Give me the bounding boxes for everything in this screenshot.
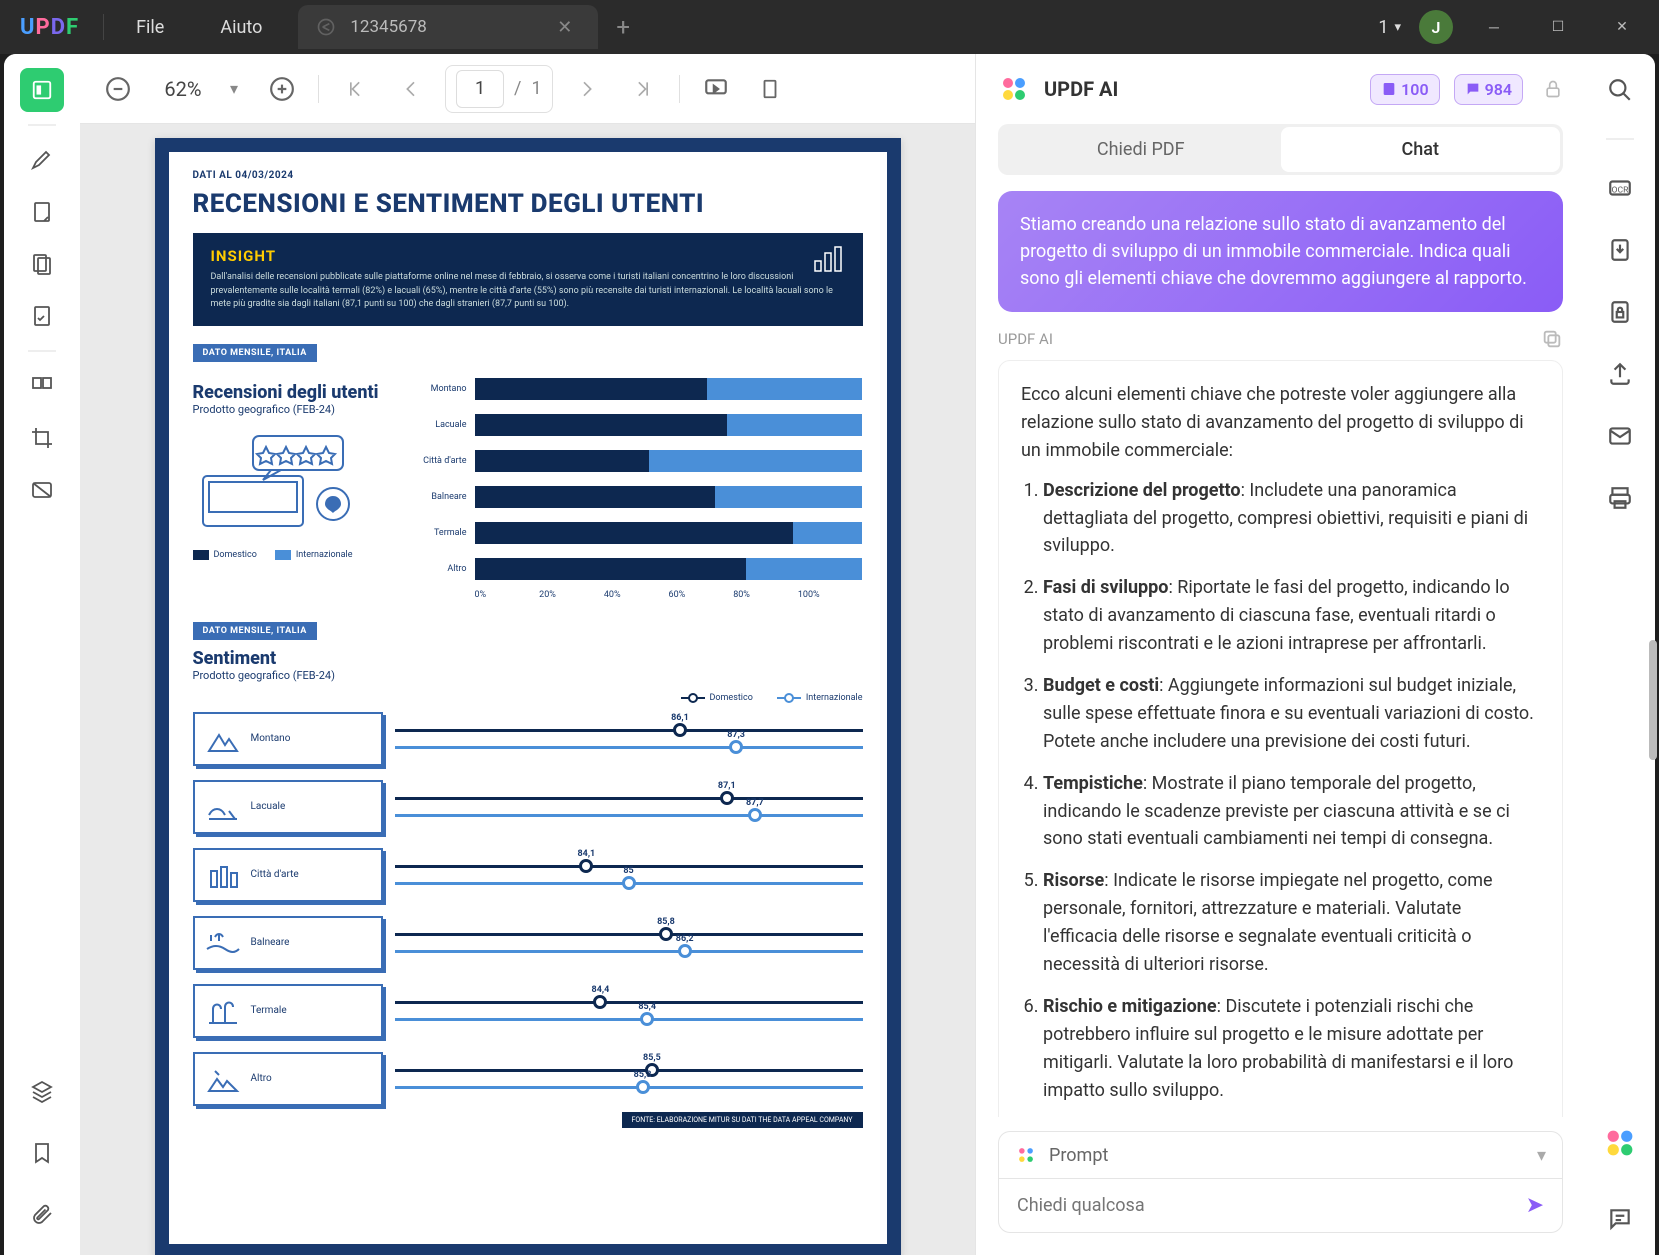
present-button[interactable] [698, 71, 734, 107]
form-tool-button[interactable] [20, 294, 64, 338]
ai-toggle-button[interactable] [1602, 1125, 1638, 1161]
organize-button[interactable] [20, 364, 64, 408]
data-tag-2: DATO MENSILE, ITALIA [193, 622, 317, 640]
doc-count[interactable]: 1▾ [1378, 17, 1401, 38]
reader-mode-button[interactable] [20, 68, 64, 112]
send-button[interactable]: ➤ [1526, 1193, 1544, 1218]
crop-button[interactable] [20, 416, 64, 460]
page-input[interactable] [456, 70, 504, 108]
credit-badge-1[interactable]: 100 [1370, 74, 1439, 105]
new-tab-button[interactable]: + [598, 13, 648, 41]
zoom-out-button[interactable] [100, 71, 136, 107]
page-total: 1 [531, 78, 541, 99]
sent-legend-intl: Internazionale [777, 692, 863, 704]
view-toolbar: 62% ▾ / 1 [80, 54, 975, 124]
app-logo: UPDF [0, 15, 99, 40]
page-title: RECENSIONI E SENTIMENT DEGLI UTENTI [193, 189, 863, 219]
document-tab[interactable]: 12345678 ✕ [298, 5, 598, 49]
fit-button[interactable] [752, 71, 788, 107]
data-tag: DATO MENSILE, ITALIA [193, 344, 317, 362]
pdf-page: DATI AL 04/03/2024 RECENSIONI E SENTIMEN… [155, 138, 901, 1255]
redact-button[interactable] [20, 468, 64, 512]
response-intro: Ecco alcuni elementi chiave che potreste… [1021, 381, 1540, 465]
reviews-bar-chart: MontanoLacualeCittà d'arteBalneareTermal… [413, 374, 863, 584]
sent-legend-domestic: Domestico [681, 692, 753, 704]
edit-tool-button[interactable] [20, 190, 64, 234]
protect-button[interactable] [1602, 294, 1638, 330]
reviews-subtitle: Prodotto geografico (FEB-24) [193, 403, 393, 416]
sentiment-subtitle: Prodotto geografico (FEB-24) [193, 669, 863, 682]
ai-tabs: Chiedi PDF Chat [998, 124, 1563, 175]
svg-text:OCR: OCR [1612, 185, 1630, 195]
layers-button[interactable] [20, 1069, 64, 1113]
date-label: DATI AL 04/03/2024 [193, 170, 863, 181]
legend-intl: Internazionale [275, 550, 353, 560]
attachment-button[interactable] [20, 1193, 64, 1237]
tab-title: 12345678 [350, 17, 549, 37]
right-rail: OCR [1585, 54, 1655, 1255]
email-button[interactable] [1602, 418, 1638, 454]
print-button[interactable] [1602, 480, 1638, 516]
maximize-button[interactable]: ☐ [1535, 7, 1581, 47]
legend-domestic: Domestico [193, 550, 257, 560]
zoom-value: 62% [154, 77, 212, 101]
ai-logo-icon [998, 73, 1030, 105]
next-page-button[interactable] [571, 71, 607, 107]
tab-doc-icon [316, 17, 336, 37]
tab-chat[interactable]: Chat [1281, 127, 1561, 172]
comment-panel-button[interactable] [1602, 1201, 1638, 1237]
menu-file[interactable]: File [108, 17, 192, 38]
ai-panel-title: UPDF AI [1044, 77, 1356, 101]
menu-help[interactable]: Aiuto [192, 17, 290, 38]
chart-icon [813, 243, 849, 273]
sentiment-title: Sentiment [193, 648, 863, 669]
lock-icon [1543, 79, 1563, 99]
chat-input[interactable] [1017, 1195, 1526, 1216]
bookmark-button[interactable] [20, 1131, 64, 1175]
insight-text: Dall'analisi delle recensioni pubblicate… [211, 271, 845, 312]
page-sep: / [514, 78, 521, 99]
ocr-button[interactable]: OCR [1602, 170, 1638, 206]
prompt-icon [1015, 1144, 1037, 1166]
last-page-button[interactable] [625, 71, 661, 107]
prev-page-button[interactable] [391, 71, 427, 107]
insight-title: INSIGHT [211, 247, 845, 265]
convert-button[interactable] [1602, 232, 1638, 268]
user-message: Stiamo creando una relazione sullo stato… [998, 191, 1563, 312]
zoom-dropdown-icon[interactable]: ▾ [230, 79, 238, 98]
insight-box: INSIGHT Dall'analisi delle recensioni pu… [193, 233, 863, 326]
zoom-in-button[interactable] [264, 71, 300, 107]
tab-close-icon[interactable]: ✕ [549, 17, 580, 38]
reviews-title: Recensioni degli utenti [193, 382, 393, 403]
user-avatar[interactable]: J [1419, 10, 1453, 44]
search-button[interactable] [1602, 72, 1638, 108]
close-button[interactable]: ✕ [1599, 7, 1645, 47]
copy-icon[interactable] [1541, 328, 1563, 350]
left-rail [4, 54, 80, 1255]
ai-response-label: UPDF AI [998, 328, 1563, 350]
page-tool-button[interactable] [20, 242, 64, 286]
source-footer: FONTE: ELABORAZIONE MITUR SU DATI THE DA… [622, 1112, 863, 1128]
share-button[interactable] [1602, 356, 1638, 392]
page-indicator: / 1 [445, 65, 553, 113]
ai-response: Ecco alcuni elementi chiave che potreste… [998, 360, 1563, 1117]
sentiment-chart: Montano86,187,3Lacuale87,187,7Città d'ar… [193, 712, 863, 1106]
comment-tool-button[interactable] [20, 138, 64, 182]
ai-panel: UPDF AI 100 984 Chiedi PDF Chat Stiamo c… [975, 54, 1585, 1255]
minimize-button[interactable]: ─ [1471, 7, 1517, 47]
chevron-down-icon: ▾ [1537, 1145, 1546, 1166]
first-page-button[interactable] [337, 71, 373, 107]
credit-badge-2[interactable]: 984 [1454, 74, 1523, 105]
titlebar: UPDF File Aiuto 12345678 ✕ + 1▾ J ─ ☐ ✕ [0, 0, 1659, 54]
document-area: 62% ▾ / 1 DATI AL 04/03/2024 RECENSIONI … [80, 54, 975, 1255]
reviews-illustration [193, 426, 373, 536]
ai-conversation: Stiamo creando una relazione sullo stato… [976, 191, 1585, 1117]
prompt-dropdown[interactable]: Prompt ▾ [998, 1131, 1563, 1178]
bar-chart-axis: 0%20%40%60%80%100% [475, 590, 863, 600]
tab-ask-pdf[interactable]: Chiedi PDF [1001, 127, 1281, 172]
